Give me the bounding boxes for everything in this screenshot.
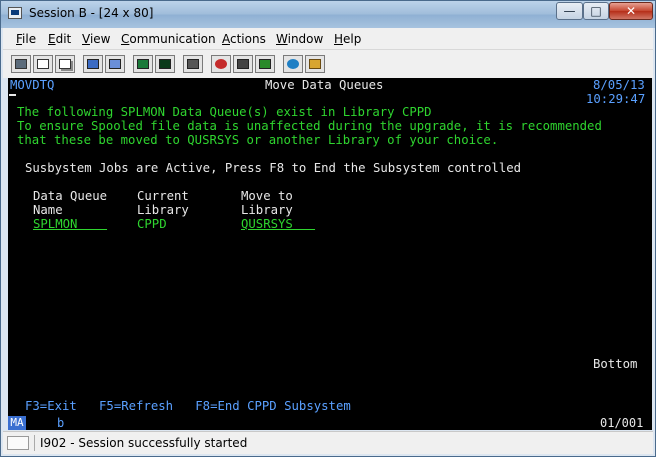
message-icon — [7, 436, 29, 450]
status-bar: I902 - Session successfully started — [3, 431, 653, 454]
more-indicator: Bottom — [593, 357, 638, 371]
window-title: Session B - [24 x 80] — [29, 6, 154, 20]
record-icon — [215, 59, 227, 69]
support-button[interactable] — [305, 55, 325, 73]
terminal-icon — [159, 59, 171, 69]
menu-communication-label: ommunication — [129, 32, 216, 46]
subsystem-notice: Susbystem Jobs are Active, Press F8 to E… — [25, 161, 522, 175]
screen-date: 8/05/13 — [593, 78, 645, 92]
paste-button[interactable] — [55, 55, 75, 73]
receive-file-button[interactable] — [105, 55, 125, 73]
support-icon — [309, 59, 321, 69]
maximize-button[interactable]: □ — [583, 2, 609, 20]
column-header-current-1: Current — [137, 189, 189, 203]
menu-actions-mnemonic: A — [222, 32, 230, 46]
menu-help-mnemonic: H — [334, 32, 344, 46]
close-button[interactable]: ✕ — [609, 2, 653, 20]
menu-view[interactable]: View — [82, 32, 110, 46]
stop-icon — [237, 59, 249, 69]
play-icon — [259, 59, 271, 69]
menu-view-mnemonic: V — [82, 32, 90, 46]
cursor-position: 01/001 — [600, 416, 644, 430]
toolbar — [3, 49, 653, 78]
data-queue-name-field[interactable]: SPLMON — [33, 217, 107, 231]
play-macro-button[interactable] — [255, 55, 275, 73]
menu-file-label: ile — [22, 32, 37, 46]
menu-help-label: elp — [343, 32, 362, 46]
send-file-button[interactable] — [83, 55, 103, 73]
menu-help[interactable]: Help — [334, 32, 361, 46]
indicator-b: b — [57, 416, 65, 430]
status-message: I902 - Session successfully started — [40, 436, 248, 450]
keyboard-button[interactable] — [183, 55, 203, 73]
text-cursor — [9, 94, 16, 96]
menu-communication[interactable]: Communication — [121, 32, 216, 46]
terminal-button[interactable] — [155, 55, 175, 73]
move-to-library-field[interactable]: QUSRSYS — [241, 217, 315, 231]
column-header-current-2: Library — [137, 203, 189, 217]
stop-macro-button[interactable] — [233, 55, 253, 73]
display-icon — [137, 59, 149, 69]
menu-window[interactable]: Window — [276, 32, 323, 46]
terminal-screen[interactable]: MOVDTQ Move Data Queues 8/05/13 10:29:47… — [8, 78, 652, 416]
menu-edit-label: dit — [55, 32, 72, 46]
menu-file[interactable]: File — [16, 32, 36, 46]
operator-info-area: MA b 01/001 — [8, 416, 652, 430]
menu-edit-mnemonic: E — [48, 32, 56, 46]
emulator-window: Session B - [24 x 80] — □ ✕ File Edit Vi… — [0, 0, 656, 457]
current-library-value: CPPD — [137, 217, 167, 231]
column-header-queue-2: Name — [33, 203, 63, 217]
record-macro-button[interactable] — [211, 55, 231, 73]
program-name: MOVDTQ — [10, 78, 55, 92]
menu-window-mnemonic: W — [276, 32, 288, 46]
menu-actions[interactable]: Actions — [222, 32, 266, 46]
menu-edit[interactable]: Edit — [48, 32, 71, 46]
print-icon — [15, 59, 27, 69]
info-line-1: The following SPLMON Data Queue(s) exist… — [17, 105, 432, 119]
screen-title: Move Data Queues — [265, 78, 384, 92]
column-header-queue-1: Data Queue — [33, 189, 108, 203]
function-keys: F3=Exit F5=Refresh F8=End CPPD Subsystem — [25, 399, 351, 413]
keyboard-icon — [187, 59, 199, 69]
menu-bar: File Edit View Communication Actions Win… — [3, 28, 653, 49]
menu-window-label: indow — [287, 32, 324, 46]
menu-view-label: iew — [89, 32, 111, 46]
receive-file-icon — [109, 59, 121, 69]
menu-actions-label: ctions — [230, 32, 266, 46]
copy-button[interactable] — [33, 55, 53, 73]
column-header-move-1: Move to — [241, 189, 293, 203]
minimize-button[interactable]: — — [556, 2, 583, 20]
info-line-2: To ensure Spooled file data is unaffecte… — [17, 119, 602, 133]
screen-time: 10:29:47 — [586, 92, 646, 106]
print-screen-button[interactable] — [11, 55, 31, 73]
mode-indicator: MA — [8, 416, 26, 430]
info-line-3: that these be moved to QUSRSYS or anothe… — [17, 133, 499, 147]
title-bar[interactable]: Session B - [24 x 80] — □ ✕ — [1, 1, 655, 28]
display-button[interactable] — [133, 55, 153, 73]
session-app-icon[interactable] — [8, 7, 22, 19]
send-file-icon — [87, 59, 99, 69]
copy-icon — [37, 59, 49, 69]
status-divider — [34, 435, 35, 451]
globe-icon — [287, 59, 299, 69]
globe-button[interactable] — [283, 55, 303, 73]
paste-icon — [59, 59, 71, 69]
column-header-move-2: Library — [241, 203, 293, 217]
